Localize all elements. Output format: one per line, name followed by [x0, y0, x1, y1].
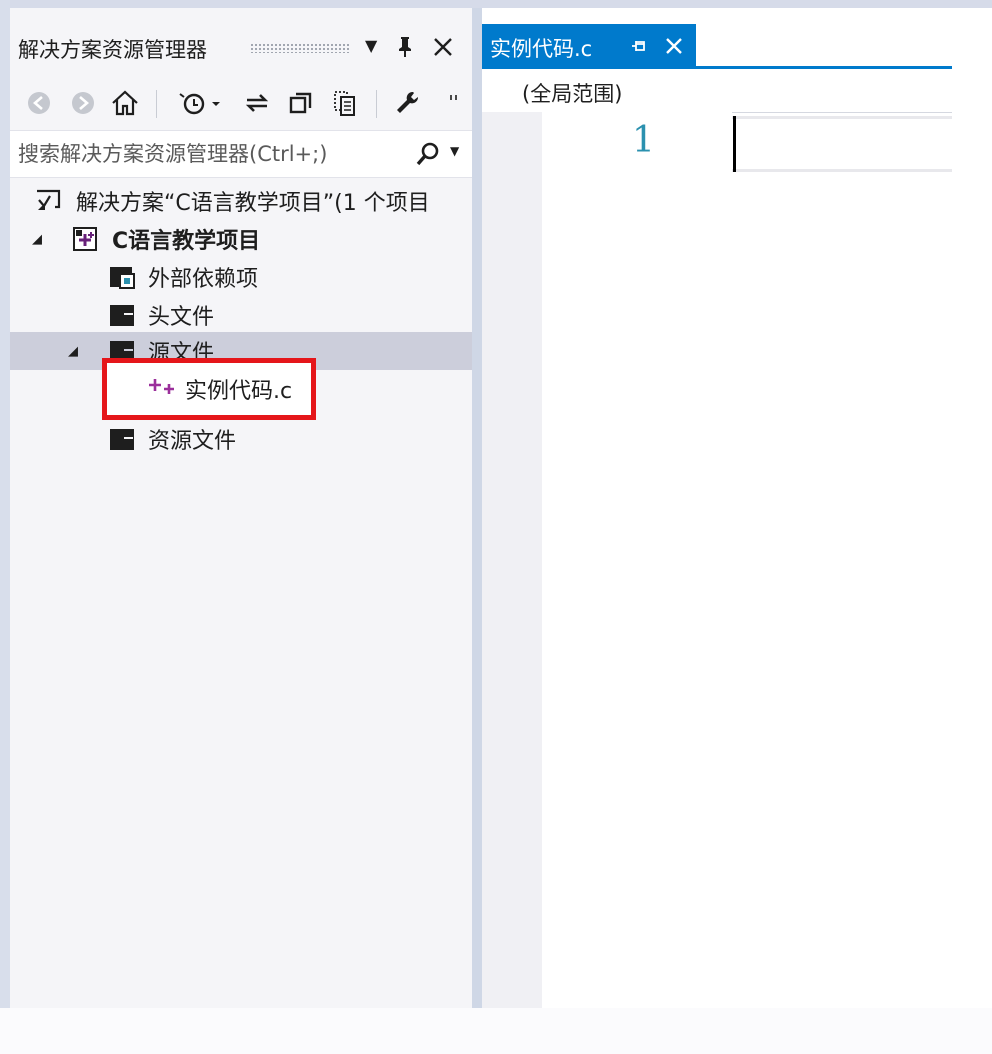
line-number: 1	[632, 120, 655, 161]
tree-item-label: 头文件	[148, 305, 215, 330]
tree-item-label: 资源文件	[148, 429, 237, 454]
editor-gutter	[482, 112, 542, 1008]
tree-item-resource-files[interactable]: 资源文件	[10, 420, 472, 458]
show-all-files-button[interactable]	[330, 86, 360, 120]
panel-title: 解决方案资源管理器	[18, 38, 207, 62]
tab-pin-icon[interactable]	[628, 36, 648, 60]
top-border	[0, 0, 992, 8]
folder-filter-icon	[108, 300, 138, 330]
tree-item-label: 外部依赖项	[148, 267, 259, 292]
solution-icon	[34, 186, 64, 216]
tree-item-label: 解决方案“C语言教学项目”(1 个项目	[76, 191, 430, 216]
history-clock-icon	[179, 93, 220, 115]
drag-grip[interactable]	[250, 43, 350, 53]
tab-close-icon[interactable]	[664, 36, 684, 60]
code-editor: 实例代码.c (全局范围) 1	[482, 8, 952, 1008]
overflow-icon	[450, 95, 457, 100]
home-button[interactable]	[110, 86, 140, 120]
search-input[interactable]	[18, 139, 398, 169]
collapse-all-button[interactable]	[286, 86, 316, 120]
tree-item-project[interactable]: ◢ C语言教学项目	[10, 220, 472, 258]
pin-icon[interactable]	[396, 36, 414, 61]
scope-navigation-bar[interactable]: (全局范围)	[482, 70, 952, 113]
tab-source-file[interactable]: 实例代码.c	[482, 24, 696, 68]
folder-filter-icon	[108, 424, 138, 454]
highlight-annotation-box: 实例代码.c	[102, 358, 316, 420]
cpp-file-icon	[147, 375, 177, 405]
right-margin-area	[952, 8, 992, 1008]
collapse-icon	[289, 92, 312, 114]
toolbar-separator	[156, 90, 157, 118]
scope-dropdown[interactable]: (全局范围)	[522, 78, 622, 108]
files-icon	[334, 91, 355, 116]
properties-button[interactable]	[392, 86, 422, 120]
external-dependencies-icon	[108, 262, 138, 292]
tree-item-label: 实例代码.c	[185, 379, 293, 404]
cpp-project-icon	[70, 224, 100, 254]
back-button[interactable]	[24, 86, 54, 120]
sync-arrows-icon	[245, 94, 269, 112]
solution-explorer-panel: 解决方案资源管理器 ▼ 搜索解决方案资源管理器(Ctrl+;) ▼ 解决方案“C…	[10, 8, 472, 1008]
search-options-dropdown-icon[interactable]: ▼	[450, 144, 459, 158]
sync-button[interactable]	[242, 86, 272, 120]
pending-changes-button[interactable]	[174, 86, 226, 120]
toolbar-overflow-button[interactable]	[444, 86, 464, 120]
tree-item-header-files[interactable]: 头文件	[10, 296, 472, 334]
dropdown-arrow-icon[interactable]: ▼	[365, 38, 377, 54]
forward-arrow-icon	[72, 92, 94, 114]
back-arrow-icon	[28, 92, 50, 114]
tab-label: 实例代码.c	[490, 37, 593, 61]
tab-underline	[482, 66, 952, 69]
line-number-margin	[542, 112, 732, 1008]
text-caret	[733, 116, 736, 172]
left-border	[0, 0, 10, 1054]
current-line-highlight[interactable]	[732, 116, 952, 172]
home-icon	[112, 90, 138, 116]
wrench-icon	[397, 91, 419, 113]
tree-item-source-file[interactable]: 实例代码.c	[111, 369, 307, 409]
forward-button[interactable]	[68, 86, 98, 120]
toolbar-separator	[376, 90, 377, 118]
tree-item-external-dependencies[interactable]: 外部依赖项	[10, 258, 472, 296]
tree-item-label: C语言教学项目	[112, 229, 261, 254]
expanded-arrow-icon[interactable]: ◢	[32, 232, 42, 247]
tree-item-solution[interactable]: 解决方案“C语言教学项目”(1 个项目	[10, 182, 472, 220]
expanded-arrow-icon[interactable]: ◢	[68, 344, 78, 359]
explorer-toolbar	[10, 80, 472, 126]
search-box: ▼	[10, 130, 472, 178]
search-icon[interactable]	[414, 141, 442, 173]
close-icon[interactable]	[432, 36, 454, 61]
bottom-area	[0, 1008, 992, 1054]
